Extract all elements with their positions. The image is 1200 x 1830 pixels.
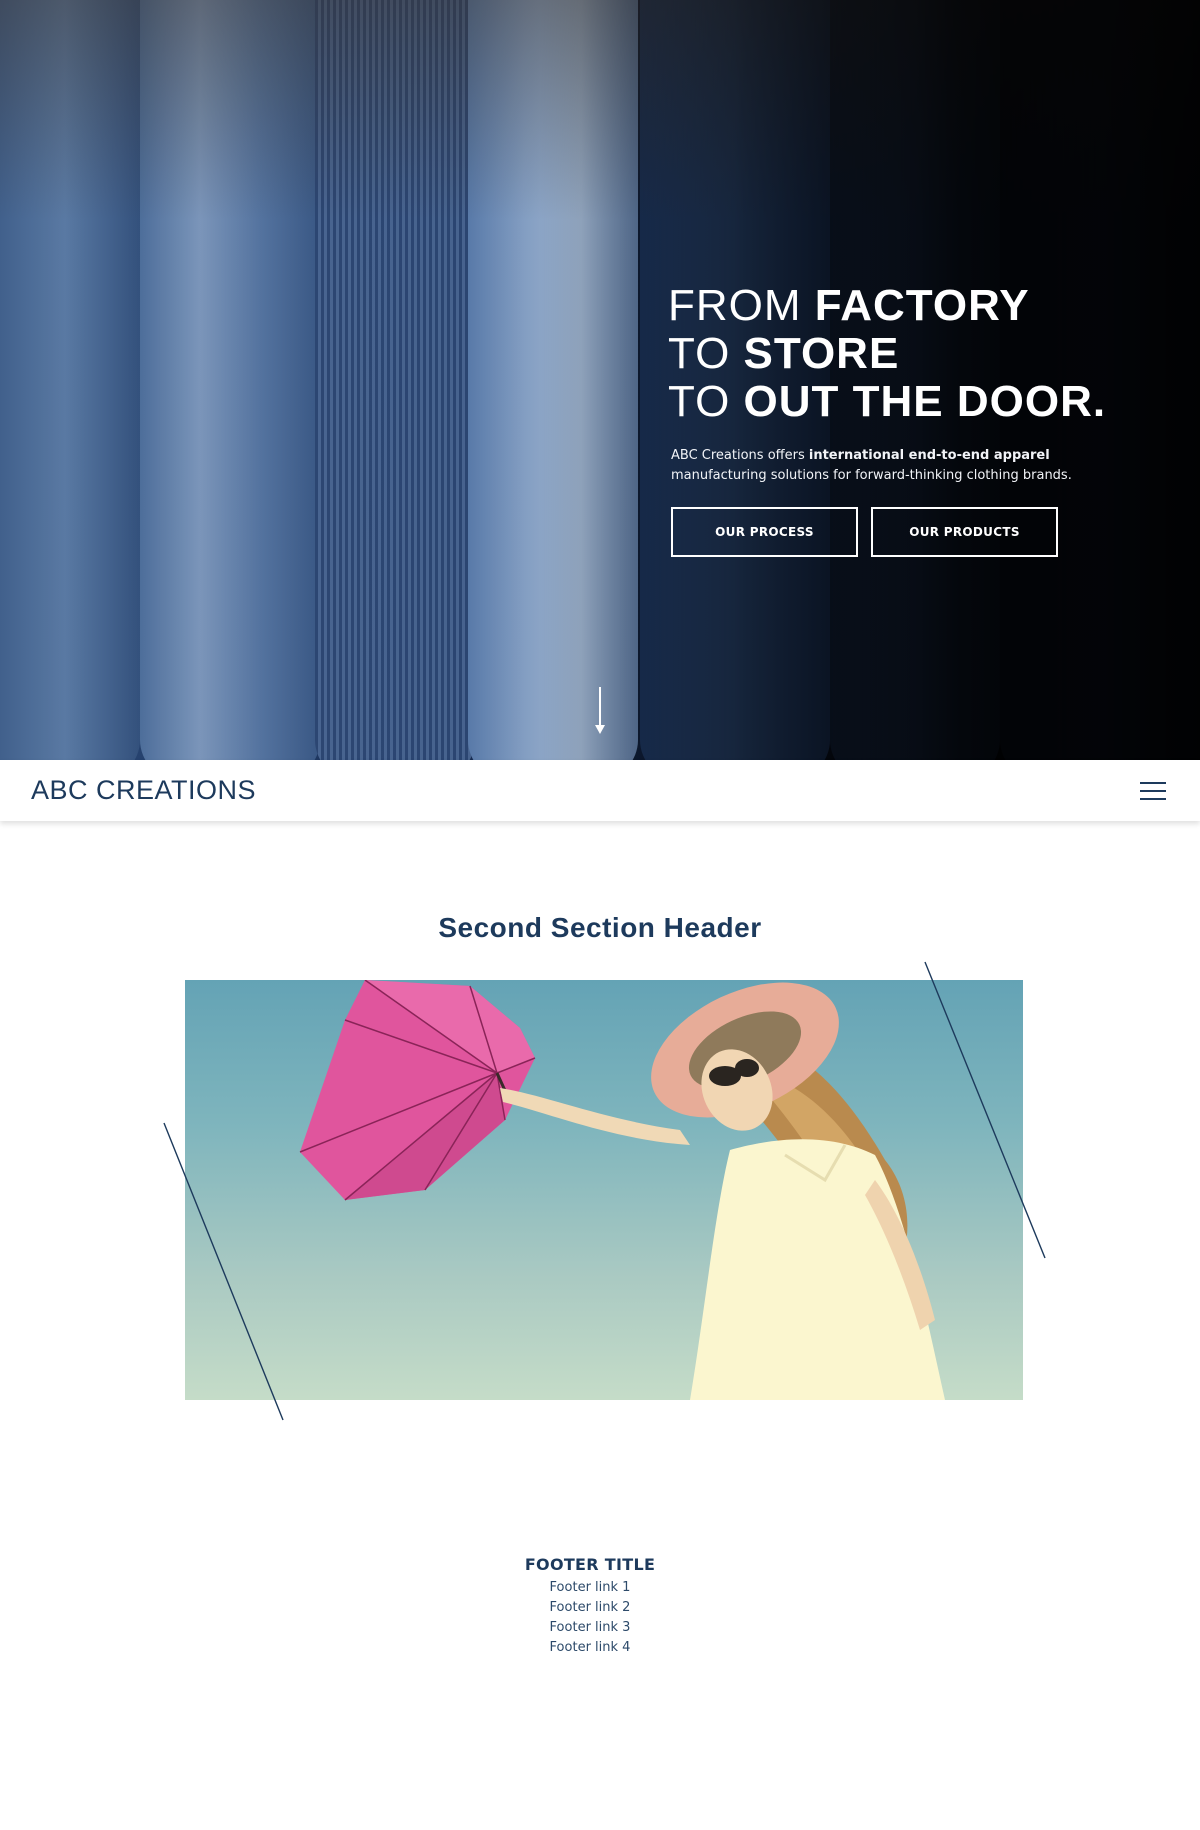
footer-link[interactable]: Footer link 1: [0, 1578, 1180, 1598]
headline-line1-light: FROM: [668, 281, 815, 330]
tagline-bold: international end-to-end apparel: [808, 448, 1050, 463]
hero-headline: FROM FACTORY TO STORE TO OUT THE DOOR.: [668, 282, 1168, 426]
headline-line1-bold: FACTORY: [814, 281, 1030, 330]
hero-buttons: OUR PROCESS OUR PRODUCTS: [668, 507, 1168, 557]
site-navbar: ABC CREATIONS: [0, 760, 1200, 821]
our-products-button[interactable]: OUR PRODUCTS: [871, 507, 1058, 557]
tagline-prefix: ABC Creations offers: [671, 448, 809, 463]
menu-bar: [1140, 781, 1166, 784]
headline-line2-light: TO: [668, 329, 744, 378]
headline-line2-bold: STORE: [743, 329, 900, 378]
footer-link[interactable]: Footer link 3: [0, 1618, 1180, 1638]
our-process-button[interactable]: OUR PROCESS: [671, 507, 858, 557]
hero-text-block: FROM FACTORY TO STORE TO OUT THE DOOR. A…: [668, 282, 1168, 557]
footer-title: FOOTER TITLE: [524, 1555, 656, 1574]
woman-with-pink-umbrella-photo: [185, 980, 1023, 1400]
hero-section: FROM FACTORY TO STORE TO OUT THE DOOR. A…: [0, 0, 1200, 760]
hamburger-menu-icon[interactable]: [1140, 780, 1166, 802]
tagline-suffix: manufacturing solutions for forward-thin…: [671, 468, 1072, 483]
site-footer: FOOTER TITLE Footer link 1 Footer link 2…: [0, 1555, 1180, 1658]
second-section-header: Second Section Header: [438, 912, 762, 943]
headline-line3-light: TO: [668, 377, 744, 426]
brand-logo[interactable]: ABC CREATIONS: [31, 775, 256, 806]
menu-bar: [1140, 797, 1166, 800]
menu-bar: [1140, 789, 1166, 792]
footer-link[interactable]: Footer link 2: [0, 1598, 1180, 1618]
photo-illustration: [299, 980, 945, 1400]
arrow-down-icon[interactable]: [592, 685, 608, 735]
hero-tagline: ABC Creations offers international end-t…: [668, 446, 1168, 486]
footer-link[interactable]: Footer link 4: [0, 1638, 1180, 1658]
headline-line3-bold: OUT THE DOOR.: [743, 377, 1107, 426]
